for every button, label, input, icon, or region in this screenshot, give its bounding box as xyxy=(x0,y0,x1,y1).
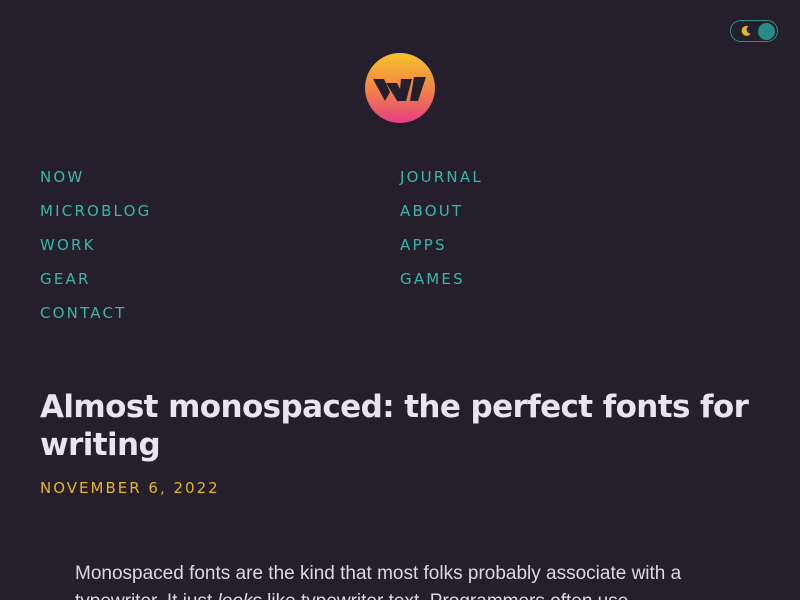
nav-link-microblog[interactable]: MICROBLOG xyxy=(40,199,151,223)
nav-link-games[interactable]: GAMES xyxy=(400,267,465,291)
article-title: Almost monospaced: the perfect fonts for… xyxy=(40,389,749,463)
nav-link-contact[interactable]: CONTACT xyxy=(40,301,127,325)
article-date: NOVEMBER 6, 2022 xyxy=(40,479,220,497)
nav-link-gear[interactable]: GEAR xyxy=(40,267,91,291)
nav-link-journal[interactable]: JOURNAL xyxy=(400,165,483,189)
nav-link-apps[interactable]: APPS xyxy=(400,233,447,257)
intro-emphasis: looks xyxy=(218,591,262,600)
nav-link-now[interactable]: NOW xyxy=(40,165,84,189)
nav-link-about[interactable]: ABOUT xyxy=(400,199,463,223)
site-logo[interactable] xyxy=(365,53,435,123)
moon-icon xyxy=(741,25,751,36)
theme-toggle[interactable] xyxy=(730,20,778,42)
nav-link-work[interactable]: WORK xyxy=(40,233,96,257)
article-intro: Monospaced fonts are the kind that most … xyxy=(75,560,735,600)
toggle-knob xyxy=(758,22,775,40)
intro-text-end: like typewriter text. Programmers often … xyxy=(262,591,628,600)
